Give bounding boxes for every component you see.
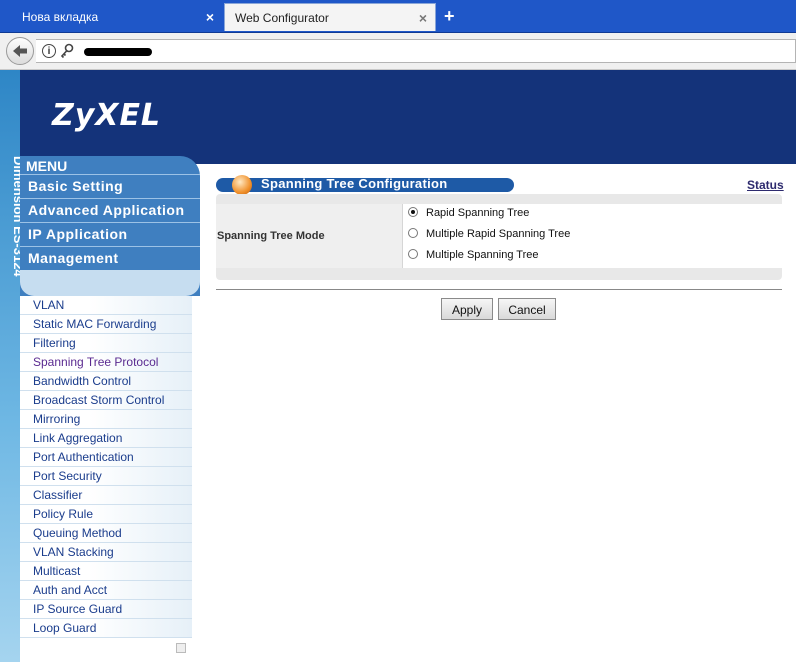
submenu-item-static-mac-forwarding[interactable]: Static MAC Forwarding	[20, 315, 192, 334]
submenu-item-filtering[interactable]: Filtering	[20, 334, 192, 353]
new-tab-icon[interactable]: +	[444, 4, 455, 28]
submenu-item-vlan-stacking[interactable]: VLAN Stacking	[20, 543, 192, 562]
submenu-item-auth-and-acct[interactable]: Auth and Acct	[20, 581, 192, 600]
info-icon[interactable]: i	[42, 44, 56, 58]
spanning-tree-form: Spanning Tree Mode Rapid Spanning Tree M…	[216, 194, 782, 280]
menu-item-ip-application[interactable]: IP Application	[20, 222, 200, 244]
submenu-item-loop-guard[interactable]: Loop Guard	[20, 619, 192, 638]
submenu-item-mirroring[interactable]: Mirroring	[20, 410, 192, 429]
radio-multiple-spanning-tree[interactable]	[408, 249, 418, 259]
submenu-list: VLAN Static MAC Forwarding Filtering Spa…	[20, 296, 200, 638]
tab-label: Нова вкладка	[22, 10, 99, 24]
address-bar[interactable]: i	[36, 39, 796, 63]
tab-new-tab[interactable]: Нова вкладка ×	[12, 3, 222, 31]
submenu-item-policy-rule[interactable]: Policy Rule	[20, 505, 192, 524]
key-icon	[60, 43, 74, 59]
browser-tab-bar: Нова вкладка × Web Configurator × +	[0, 0, 796, 33]
submenu-item-spanning-tree-protocol[interactable]: Spanning Tree Protocol	[20, 353, 192, 372]
option-label: Multiple Spanning Tree	[426, 249, 539, 261]
back-arrow-icon	[13, 45, 27, 57]
side-brand-bar: Dimension ES-3124	[0, 70, 21, 662]
submenu-item-vlan[interactable]: VLAN	[20, 296, 192, 315]
close-tab-icon[interactable]: ×	[419, 4, 427, 32]
radio-rapid-spanning-tree[interactable]	[408, 207, 418, 217]
browser-nav-bar: i	[0, 33, 796, 70]
redacted-url	[84, 48, 152, 56]
resize-handle[interactable]	[176, 643, 186, 653]
submenu-item-broadcast-storm-control[interactable]: Broadcast Storm Control	[20, 391, 192, 410]
mode-label: Spanning Tree Mode	[217, 230, 325, 242]
mode-row: Spanning Tree Mode Rapid Spanning Tree M…	[216, 204, 782, 268]
status-link[interactable]: Status	[747, 178, 784, 192]
close-tab-icon[interactable]: ×	[206, 3, 214, 31]
menu-footer	[20, 270, 200, 296]
page-header: ZyXEL	[20, 70, 796, 164]
web-configurator-page: Dimension ES-3124 ZyXEL MENU Basic Setti…	[0, 70, 796, 662]
tab-label: Web Configurator	[235, 11, 329, 25]
submenu-item-bandwidth-control[interactable]: Bandwidth Control	[20, 372, 192, 391]
menu-item-basic-setting[interactable]: Basic Setting	[20, 174, 200, 196]
option-label: Rapid Spanning Tree	[426, 207, 530, 219]
cancel-button[interactable]: Cancel	[498, 298, 556, 320]
menu-item-management[interactable]: Management	[20, 246, 200, 268]
submenu-item-multicast[interactable]: Multicast	[20, 562, 192, 581]
menu-title: MENU	[26, 158, 68, 174]
submenu-item-classifier[interactable]: Classifier	[20, 486, 192, 505]
submenu-item-ip-source-guard[interactable]: IP Source Guard	[20, 600, 192, 619]
back-button[interactable]	[6, 37, 34, 65]
zyxel-logo: ZyXEL	[52, 98, 162, 133]
menu-item-advanced-application[interactable]: Advanced Application	[20, 198, 200, 220]
apply-button[interactable]: Apply	[441, 298, 493, 320]
orange-orb-icon	[232, 175, 252, 195]
submenu-item-port-authentication[interactable]: Port Authentication	[20, 448, 192, 467]
submenu-item-port-security[interactable]: Port Security	[20, 467, 192, 486]
side-brand-text: Dimension ES-3124	[11, 156, 21, 277]
content-panel: Spanning Tree Configuration Status Spann…	[200, 164, 796, 662]
submenu-item-link-aggregation[interactable]: Link Aggregation	[20, 429, 192, 448]
page-title: Spanning Tree Configuration	[261, 176, 448, 191]
section-title-bar: Spanning Tree Configuration	[216, 175, 514, 195]
form-divider	[216, 289, 782, 290]
option-label: Multiple Rapid Spanning Tree	[426, 228, 571, 240]
submenu-item-queuing-method[interactable]: Queuing Method	[20, 524, 192, 543]
radio-multiple-rapid-spanning-tree[interactable]	[408, 228, 418, 238]
tab-web-configurator[interactable]: Web Configurator ×	[224, 3, 436, 31]
mode-label-cell: Spanning Tree Mode	[216, 204, 403, 268]
